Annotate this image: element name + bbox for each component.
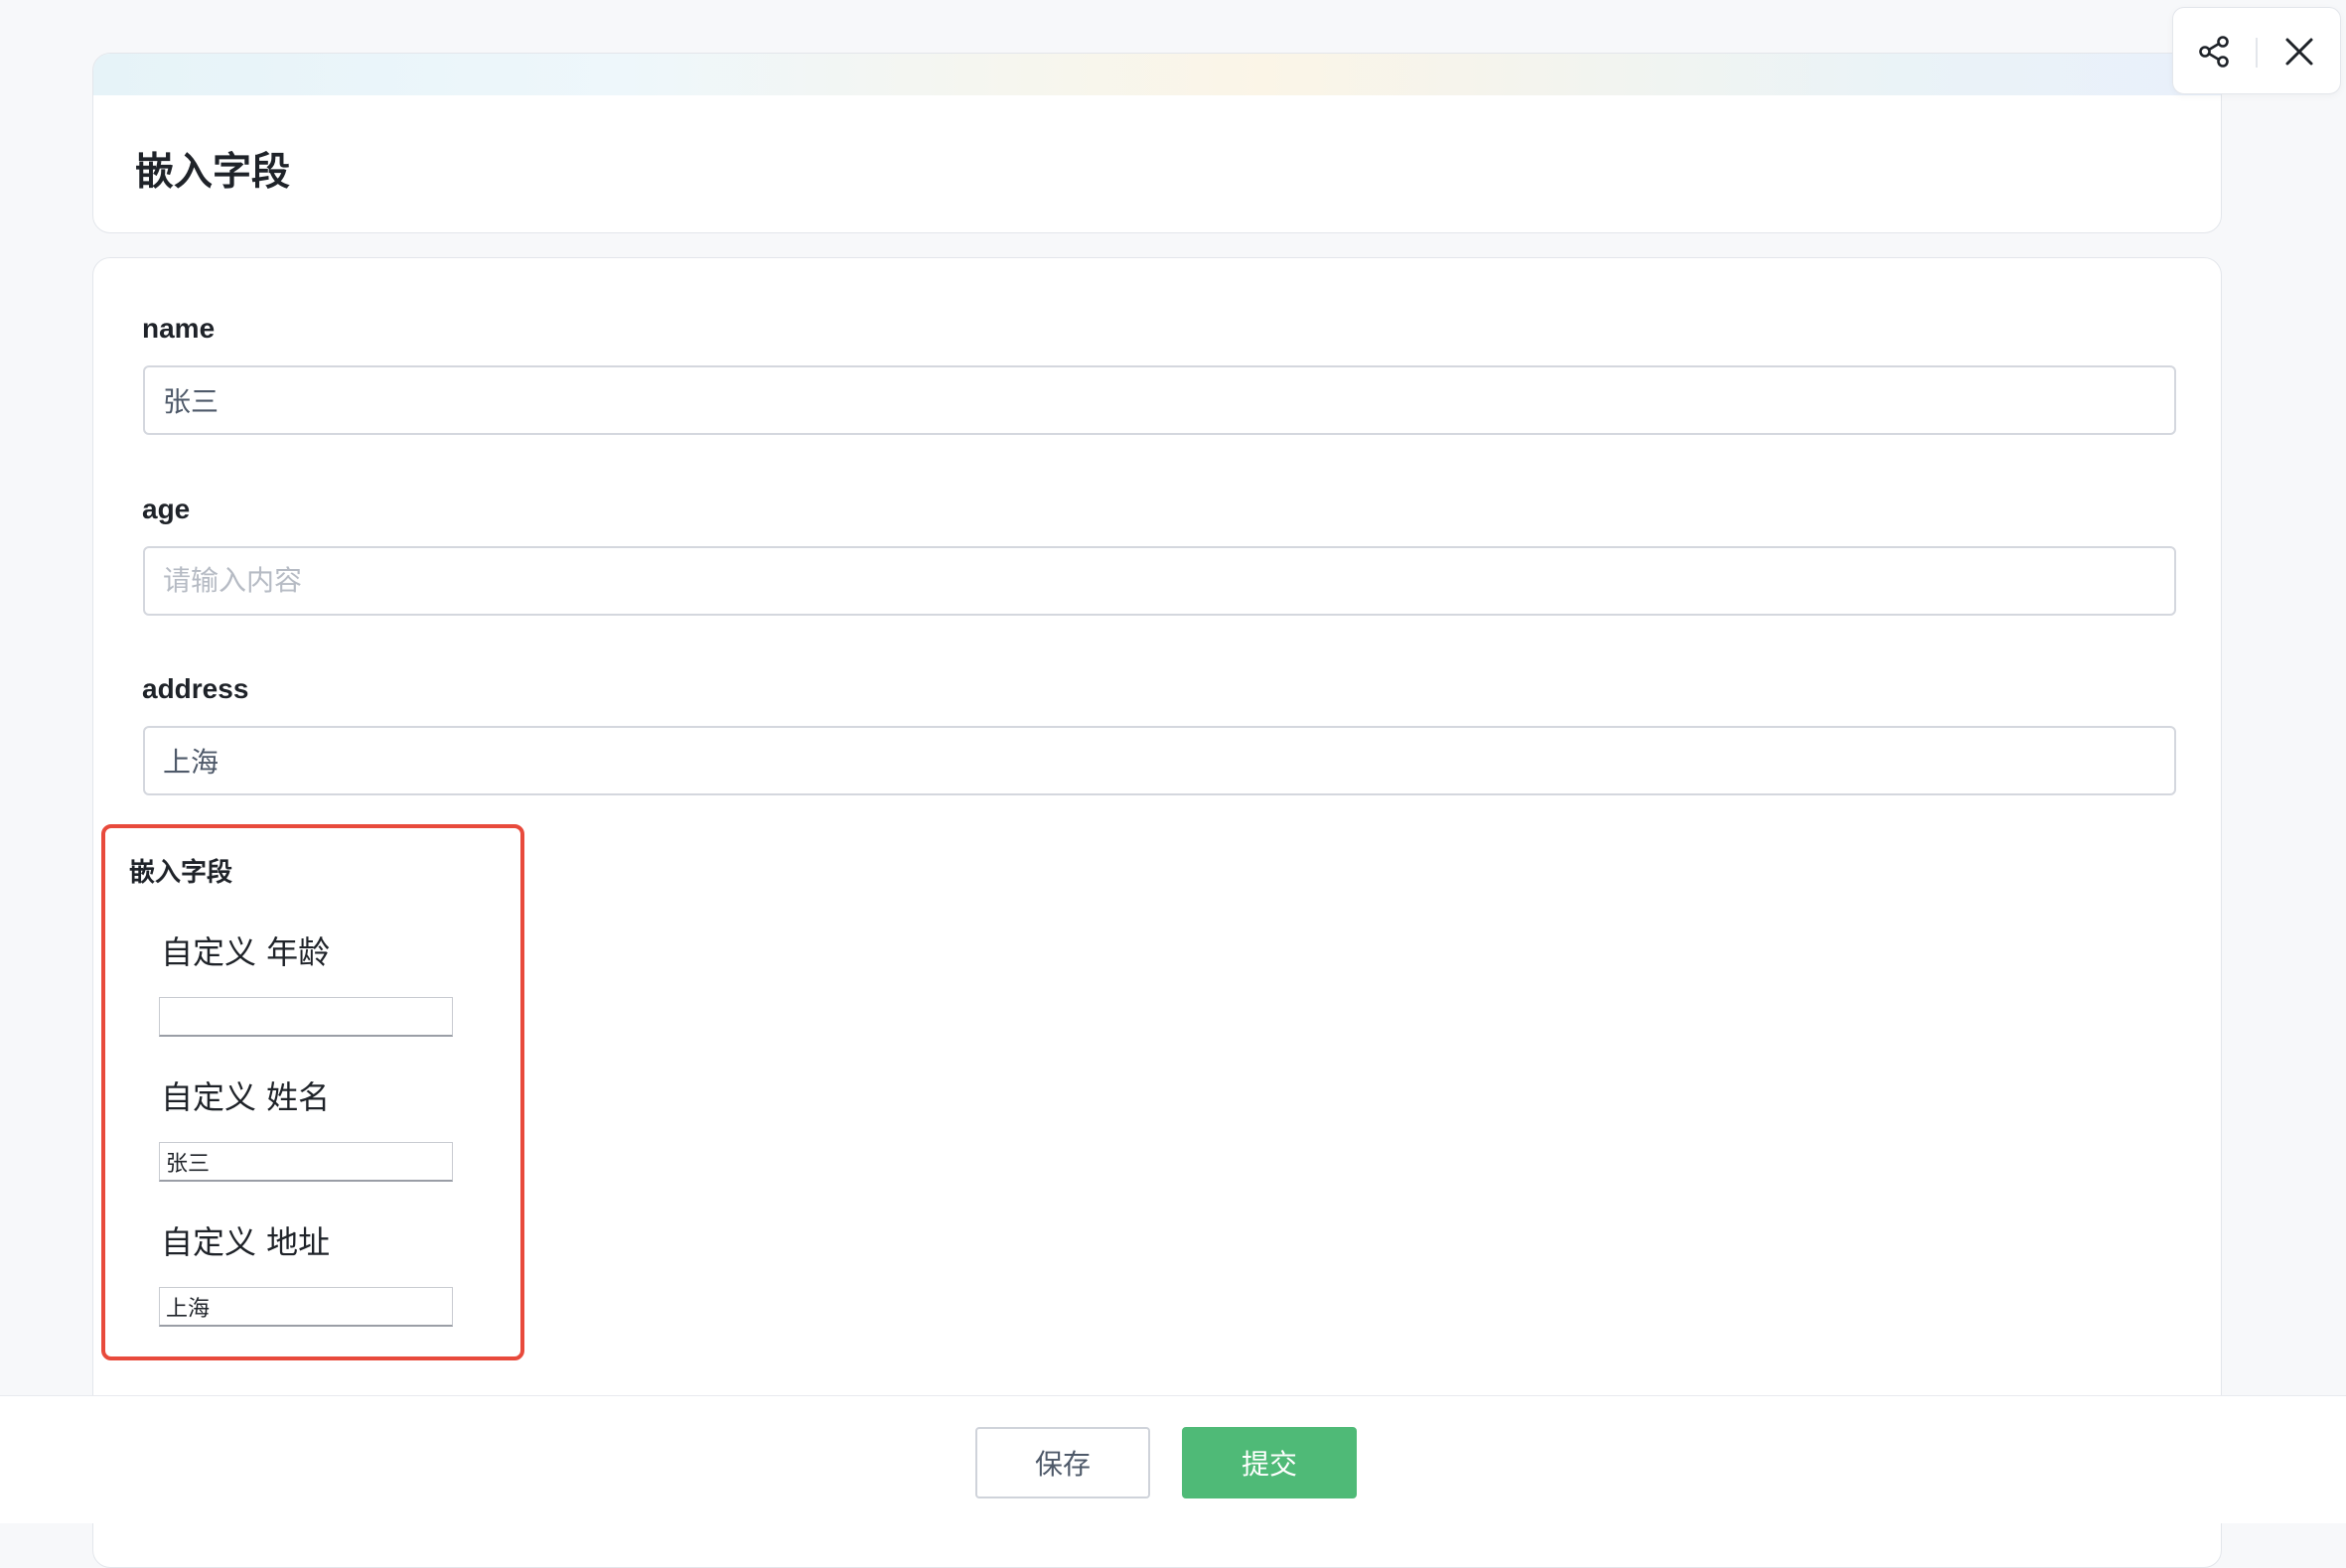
- embedded-label-address: 自定义 地址: [161, 1223, 331, 1261]
- embedded-section-title: 嵌入字段: [129, 857, 233, 887]
- footer-action-bar: 保存 提交: [0, 1395, 2346, 1523]
- toolbox-divider: [2256, 38, 2258, 68]
- toolbox: [2172, 7, 2341, 94]
- form-card: name age address 嵌入字段 自定义 年龄 自定义 姓名 自定义 …: [92, 257, 2222, 1568]
- embedded-label-age: 自定义 年龄: [161, 933, 331, 971]
- field-label-age: age: [142, 494, 191, 524]
- name-input[interactable]: [143, 365, 2176, 435]
- header-card: 嵌入字段: [92, 53, 2222, 233]
- share-button[interactable]: [2173, 8, 2255, 95]
- embedded-label-name: 自定义 姓名: [161, 1078, 331, 1116]
- page-title: 嵌入字段: [135, 151, 291, 194]
- close-button[interactable]: [2259, 8, 2340, 95]
- save-button[interactable]: 保存: [975, 1427, 1150, 1498]
- header-gradient-band: [93, 54, 2221, 95]
- age-input[interactable]: [143, 546, 2176, 616]
- field-label-name: name: [142, 313, 216, 344]
- field-label-address: address: [142, 673, 249, 704]
- share-icon: [2199, 36, 2229, 68]
- embedded-fields-section: 嵌入字段 自定义 年龄 自定义 姓名 自定义 地址: [101, 824, 524, 1360]
- embedded-name-input[interactable]: [159, 1142, 453, 1182]
- submit-button[interactable]: 提交: [1182, 1427, 1357, 1498]
- embedded-address-input[interactable]: [159, 1287, 453, 1327]
- embedded-age-input[interactable]: [159, 997, 453, 1037]
- close-icon: [2285, 38, 2313, 66]
- address-input[interactable]: [143, 726, 2176, 795]
